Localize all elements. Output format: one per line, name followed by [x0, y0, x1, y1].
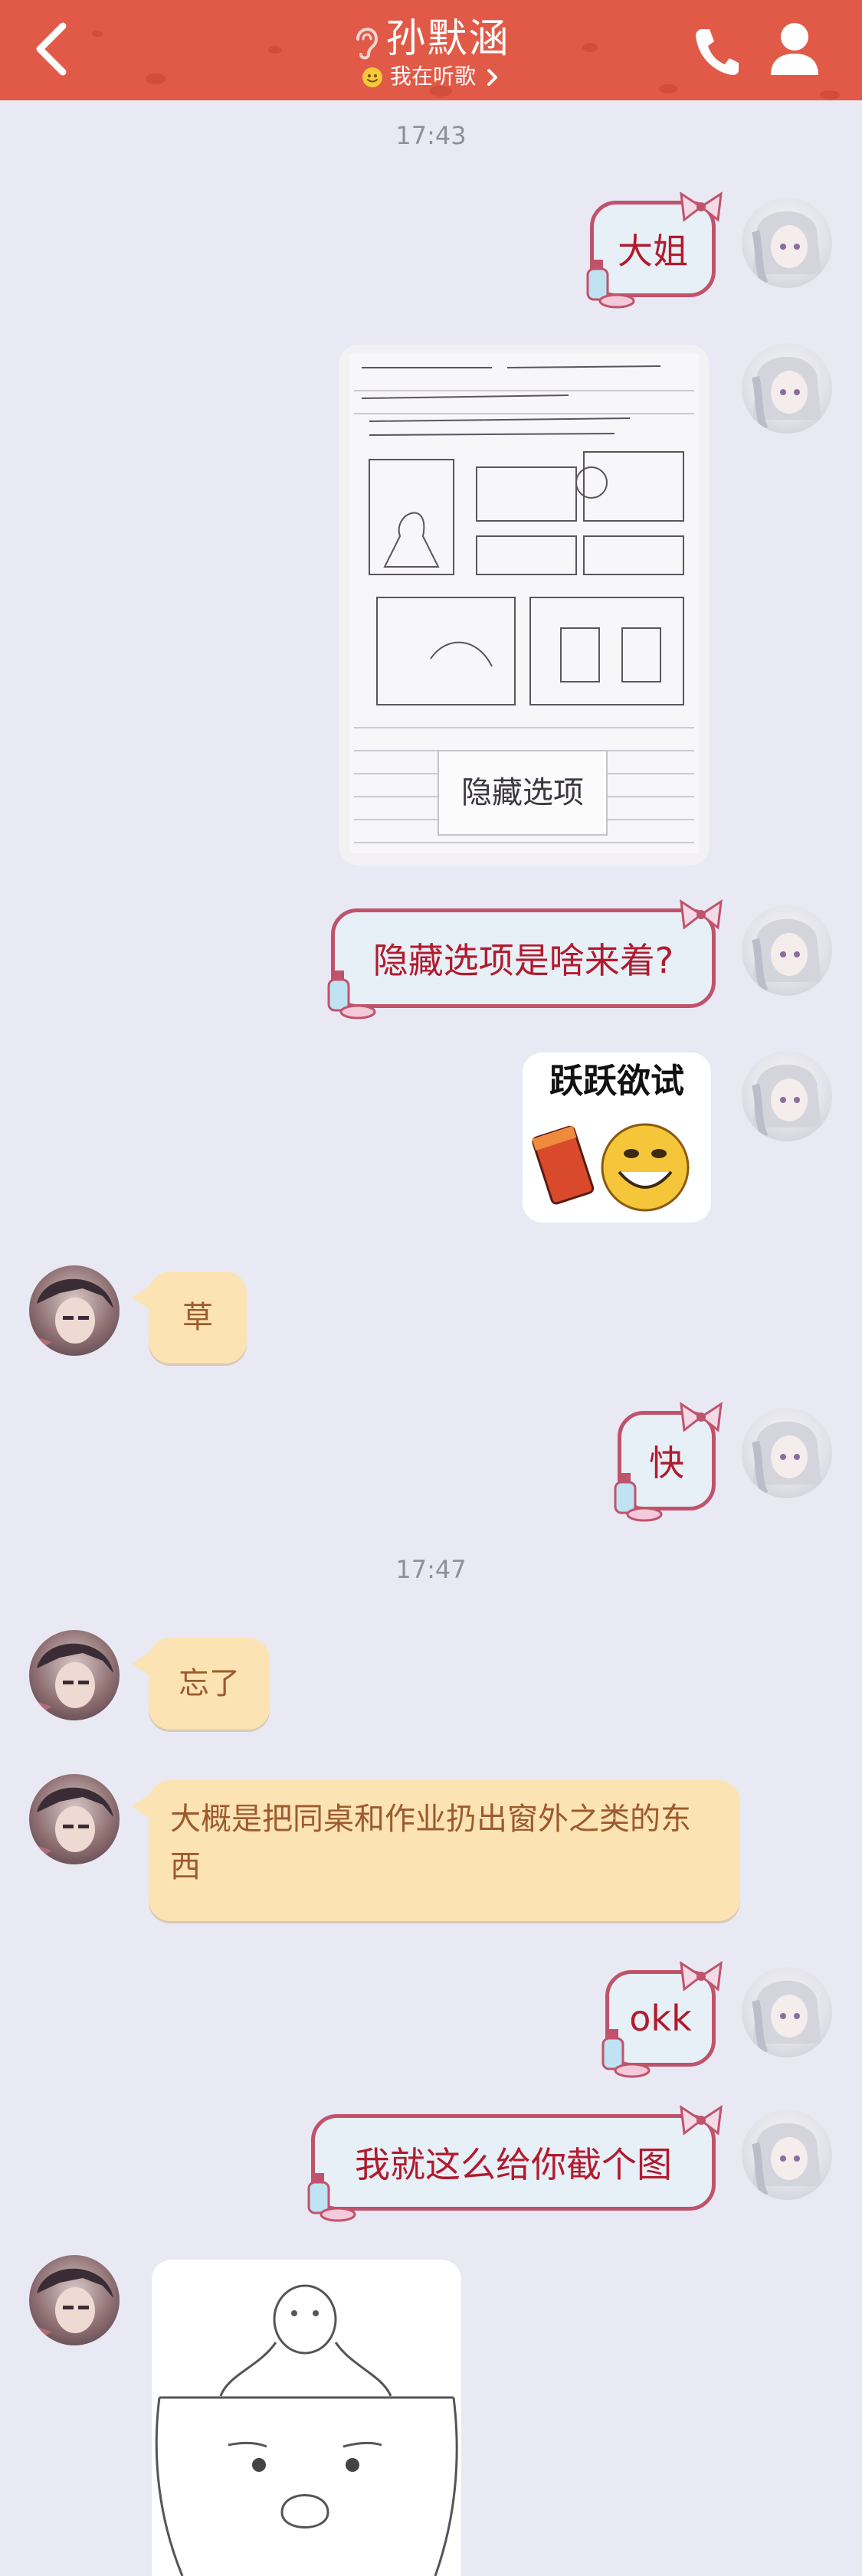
message-text: 我就这么给你截个图 — [355, 2144, 672, 2185]
photo-caption: 隐藏选项 — [461, 775, 584, 810]
contact-avatar[interactable] — [29, 1265, 120, 1356]
notebook-photo-image: 隐藏选项 — [349, 354, 699, 853]
message-text: 忘了 — [179, 1666, 240, 1701]
my-avatar[interactable] — [742, 343, 832, 434]
lotion-bottle-icon — [586, 260, 635, 309]
phone-icon — [696, 29, 739, 75]
lotion-bottle-icon — [307, 2173, 356, 2222]
photo-message[interactable]: 隐藏选项 — [339, 345, 710, 866]
bow-decoration-icon — [680, 1960, 723, 1992]
status-text: 我在听歌 — [390, 64, 477, 89]
call-button[interactable] — [691, 23, 740, 77]
my-avatar[interactable] — [742, 1408, 832, 1498]
contact-avatar[interactable] — [29, 1774, 120, 1864]
message-text: 大概是把同桌和作业扔出窗外之类的东西 — [170, 1802, 691, 1884]
lotion-bottle-icon — [327, 971, 376, 1020]
contact-message-bubble[interactable]: 草 — [132, 1272, 247, 1363]
my-avatar[interactable] — [742, 1967, 832, 2057]
timestamp: 17:43 — [395, 121, 467, 150]
ear-icon — [356, 28, 379, 60]
chat-header: 孙默涵 我在听歌 — [0, 0, 862, 100]
contact-avatar[interactable] — [29, 1630, 120, 1720]
chevron-right-icon — [487, 69, 497, 86]
sticker-message[interactable]: 跃跃欲试 — [523, 1052, 711, 1223]
my-avatar[interactable] — [742, 1051, 832, 1141]
meme-image-message[interactable] — [152, 2260, 461, 2576]
message-text: 隐藏选项是啥来着? — [372, 940, 674, 981]
sticker-caption: 跃跃欲试 — [549, 1062, 684, 1101]
my-avatar[interactable] — [742, 2110, 832, 2200]
lotion-bottle-icon — [601, 2029, 651, 2078]
contact-avatar[interactable] — [29, 2255, 120, 2345]
contact-name-text: 孙默涵 — [385, 16, 510, 62]
my-avatar[interactable] — [742, 905, 832, 996]
bow-decoration-icon — [680, 898, 723, 930]
smiley-icon — [362, 67, 383, 87]
profile-icon — [771, 23, 818, 75]
my-message-bubble[interactable]: 我就这么给你截个图 — [307, 2104, 723, 2222]
my-avatar[interactable] — [742, 198, 832, 288]
drawn-face-meme-image — [155, 2284, 458, 2576]
bow-decoration-icon — [680, 1401, 723, 1432]
my-message-bubble[interactable]: okk — [601, 1960, 723, 2078]
my-message-bubble[interactable]: 隐藏选项是啥来着? — [327, 898, 723, 1020]
contact-message-bubble[interactable]: 大概是把同桌和作业扔出窗外之类的东西 — [132, 1780, 740, 1921]
my-message-bubble[interactable]: 快 — [614, 1401, 723, 1522]
profile-button[interactable] — [768, 20, 821, 77]
my-message-bubble[interactable]: 大姐 — [586, 191, 723, 309]
timestamp: 17:47 — [395, 1555, 467, 1584]
contact-message-bubble[interactable]: 忘了 — [132, 1638, 270, 1730]
lotion-bottle-icon — [614, 1473, 663, 1522]
bow-decoration-icon — [680, 191, 723, 222]
message-text: 草 — [182, 1300, 213, 1335]
excited-smiley-sticker: 跃跃欲试 — [532, 1062, 690, 1212]
bow-decoration-icon — [680, 2104, 723, 2136]
